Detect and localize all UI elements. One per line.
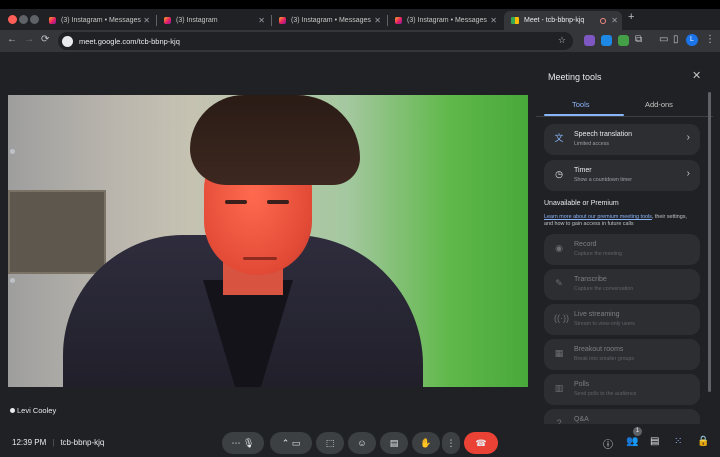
camera-button[interactable]: ⌃ ▭ — [270, 432, 312, 454]
panel-scrollbar[interactable] — [708, 92, 711, 392]
leave-call-button[interactable]: ☎ — [464, 432, 498, 454]
chat-icon[interactable]: ▤ — [650, 436, 659, 447]
recording-indicator-icon — [600, 17, 606, 24]
meet-stage: Levi Cooley Meeting tools ✕ Tools Add-on… — [0, 52, 720, 457]
person-eye — [267, 200, 289, 204]
camera-icon: ▭ — [291, 437, 301, 448]
polls-icon: ▥ — [554, 383, 564, 393]
learn-more-link[interactable]: Learn more about our premium meeting too… — [544, 214, 652, 220]
instagram-icon — [279, 17, 286, 24]
reactions-button[interactable]: ☺ — [348, 432, 376, 454]
more-vert-icon: ⋮ — [446, 437, 456, 448]
person-hair — [190, 95, 360, 185]
close-icon[interactable]: ✕ — [611, 16, 618, 25]
close-icon[interactable]: ✕ — [374, 16, 381, 25]
meeting-tools-panel: Meeting tools ✕ Tools Add-ons 文 Speech t… — [536, 62, 713, 424]
host-controls-icon[interactable]: 🔒 — [697, 436, 709, 447]
menu-kebab-icon[interactable]: ⋮ — [705, 34, 715, 45]
browser-tab-bar: (3) Instagram • Messages ✕ (3) Instagram… — [0, 0, 720, 30]
activities-icon[interactable]: ⁙ — [674, 436, 682, 447]
live-stream-icon: ((·)) — [554, 313, 569, 323]
learn-more-text: Learn more about our premium meeting too… — [544, 214, 687, 227]
bookmark-star-icon[interactable]: ☆ — [558, 35, 566, 46]
people-count-badge: 1 — [633, 427, 642, 436]
site-info-icon[interactable] — [62, 35, 73, 47]
window-maximize-icon[interactable] — [30, 15, 39, 24]
chevron-up-icon: ⌃ — [281, 437, 290, 448]
window-minimize-icon[interactable] — [19, 15, 28, 24]
tool-transcribe: ✎ Transcribe Capture the conversation — [544, 269, 700, 300]
side-panel-icon[interactable]: ▯ — [673, 34, 679, 45]
timer-icon: ◷ — [555, 169, 563, 179]
more-horiz-icon: ⋯ — [231, 437, 241, 448]
meeting-details: 12:39 PM | tcb-bbnp-kjq — [12, 438, 105, 447]
participant-video — [8, 95, 528, 387]
instagram-icon — [49, 17, 56, 24]
tool-polls: ▥ Polls Send polls to the audience — [544, 374, 700, 405]
chevron-right-icon: › — [686, 168, 690, 179]
end-call-icon: ☎ — [475, 437, 487, 448]
chevron-right-icon: › — [686, 132, 690, 143]
profile-avatar[interactable]: L — [686, 34, 698, 46]
reload-icon[interactable]: ⟳ — [41, 34, 49, 45]
drag-handle-icon[interactable] — [10, 278, 15, 283]
browser-toolbar: ← → ⟳ meet.google.com/tcb-bbnp-kjq ☆ ⧉ ▭… — [0, 30, 720, 52]
close-panel-icon[interactable]: ✕ — [692, 69, 701, 82]
browser-tab[interactable]: (3) Instagram ✕ — [157, 11, 269, 30]
tab-tools[interactable]: Tools — [572, 100, 590, 109]
more-options-button[interactable]: ⋮ — [442, 432, 460, 454]
extension-icon[interactable] — [584, 35, 595, 46]
browser-tab[interactable]: (3) Instagram • Messages ✕ — [272, 11, 385, 30]
close-icon[interactable]: ✕ — [490, 16, 497, 25]
meeting-info-icon[interactable]: ⓘ — [603, 436, 613, 451]
panel-title: Meeting tools — [548, 72, 602, 82]
instagram-icon — [164, 17, 171, 24]
new-tab-icon[interactable]: + — [628, 11, 634, 23]
tool-breakout-rooms: ▦ Breakout rooms Break into smaller grou… — [544, 339, 700, 370]
instagram-icon — [395, 17, 402, 24]
extension-icon[interactable] — [618, 35, 629, 46]
background-shelf — [8, 190, 106, 274]
tool-speech-translation[interactable]: 文 Speech translation Limited access › — [544, 124, 700, 155]
raise-hand-button[interactable]: ✋ — [412, 432, 440, 454]
people-icon[interactable]: 👥 — [626, 436, 638, 447]
window-close-icon[interactable] — [8, 15, 17, 24]
status-dot-icon — [10, 408, 15, 413]
tool-live-streaming: ((·)) Live streaming Stream to view-only… — [544, 304, 700, 335]
more-audio-options-button[interactable]: ⋯ 🎙 — [222, 432, 264, 454]
close-icon[interactable]: ✕ — [143, 16, 150, 25]
person-mouth — [243, 257, 277, 260]
extension-icon[interactable] — [601, 35, 612, 46]
translate-icon: 文 — [554, 133, 564, 143]
breakout-rooms-icon: ▦ — [554, 348, 564, 358]
emoji-icon: ☺ — [357, 438, 367, 448]
participant-name-label: Levi Cooley — [10, 406, 56, 415]
back-icon[interactable]: ← — [7, 34, 17, 45]
browser-tab[interactable]: (3) Instagram • Messages ✕ — [388, 11, 501, 30]
address-bar[interactable]: meet.google.com/tcb-bbnp-kjq ☆ — [58, 32, 573, 50]
tool-qa: ? Q&A — [544, 409, 700, 424]
present-icon: ⬚ — [325, 437, 335, 448]
tab-add-ons[interactable]: Add-ons — [645, 100, 673, 109]
tool-record: ◉ Record Capture the meeting — [544, 234, 700, 265]
extensions-puzzle-icon[interactable]: ⧉ — [635, 34, 642, 45]
close-icon[interactable]: ✕ — [258, 16, 265, 25]
transcribe-icon: ✎ — [555, 278, 563, 288]
section-header: Unavailable or Premium — [544, 200, 619, 207]
browser-tab-active[interactable]: Meet - tcb-bbnp-kjq ✕ — [504, 11, 622, 30]
present-button[interactable]: ⬚ — [316, 432, 344, 454]
hand-icon: ✋ — [420, 437, 432, 448]
person-eye — [225, 200, 247, 204]
tab-search-icon[interactable]: ▭ — [659, 34, 668, 45]
record-icon: ◉ — [555, 243, 563, 253]
forward-icon[interactable]: → — [24, 34, 34, 45]
qa-icon: ? — [556, 418, 562, 424]
microphone-icon: 🎙 — [243, 437, 255, 448]
captions-button[interactable]: ▤ — [380, 432, 408, 454]
browser-tab[interactable]: (3) Instagram • Messages ✕ — [42, 11, 154, 30]
captions-icon: ▤ — [389, 437, 399, 448]
meet-icon — [511, 17, 519, 24]
tool-timer[interactable]: ◷ Timer Show a countdown timer › — [544, 160, 700, 191]
drag-handle-icon[interactable] — [10, 149, 15, 154]
